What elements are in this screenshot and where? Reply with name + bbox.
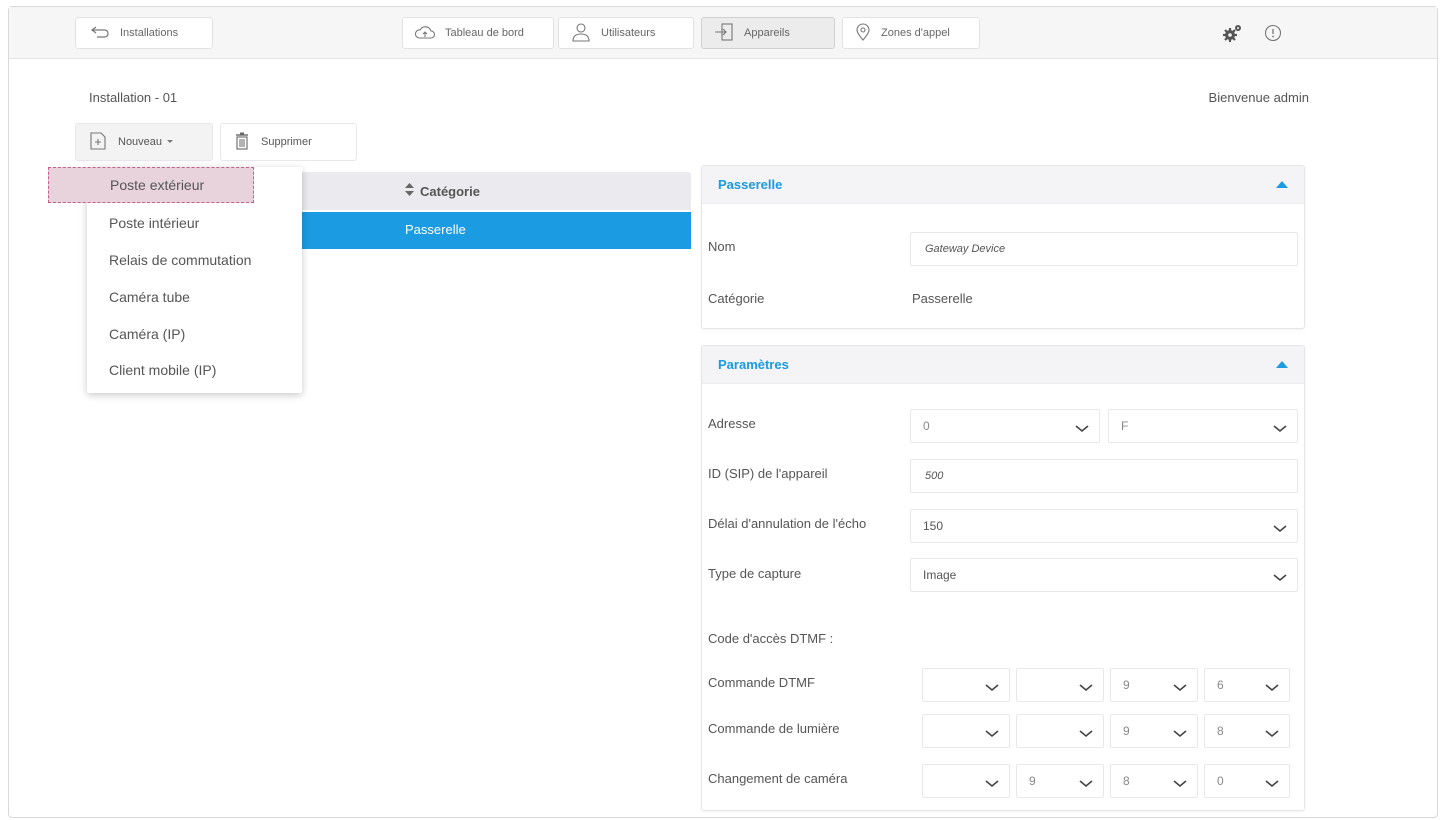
chevron-down-icon (985, 727, 999, 741)
info-icon[interactable] (1261, 21, 1285, 45)
tab-call-zones[interactable]: Zones d'appel (842, 17, 980, 49)
back-arrow-icon (90, 26, 110, 41)
chevron-down-icon (1079, 727, 1093, 741)
chevron-down-icon (1273, 422, 1287, 436)
camera-change-select-3[interactable]: 8 (1110, 764, 1198, 798)
menu-item-outdoor-station[interactable]: Poste extérieur (48, 167, 254, 203)
address-select-2[interactable]: F (1108, 409, 1298, 443)
new-button-label: Nouveau (118, 136, 163, 148)
sip-id-input[interactable]: 500 (910, 459, 1298, 493)
cloud-icon (414, 24, 436, 43)
chevron-down-icon (1173, 727, 1187, 741)
menu-item-tube-camera[interactable]: Caméra tube (87, 279, 302, 315)
sort-icon (405, 183, 414, 199)
category-value: Passerelle (912, 291, 973, 306)
tab-devices-label: Appareils (744, 27, 790, 39)
back-to-installations-button[interactable]: Installations (75, 17, 213, 49)
chevron-down-icon (1173, 681, 1187, 695)
caret-down-icon (166, 136, 174, 148)
dtmf-command-select-1[interactable] (922, 668, 1010, 702)
delete-button-label: Supprimer (261, 136, 312, 148)
location-pin-icon (855, 22, 871, 44)
device-login-icon (714, 22, 734, 44)
chevron-down-icon (1265, 777, 1279, 791)
category-label: Catégorie (708, 291, 765, 306)
tab-devices[interactable]: Appareils (701, 17, 835, 49)
address-select-1[interactable]: 0 (910, 409, 1100, 443)
collapse-caret-icon[interactable] (1276, 181, 1288, 188)
chevron-down-icon (985, 681, 999, 695)
chevron-down-icon (1079, 681, 1093, 695)
chevron-down-icon (1265, 727, 1279, 741)
gears-icon[interactable] (1221, 21, 1245, 45)
address-label: Adresse (708, 416, 756, 431)
menu-item-ip-camera[interactable]: Caméra (IP) (87, 316, 302, 352)
chevron-down-icon (1273, 571, 1287, 585)
dtmf-command-select-4[interactable]: 6 (1204, 668, 1290, 702)
top-navigation-bar: Installations Tableau de bord Utilisateu… (9, 7, 1437, 59)
chevron-down-icon (985, 777, 999, 791)
dtmf-command-select-2[interactable] (1016, 668, 1104, 702)
collapse-caret-icon[interactable] (1276, 361, 1288, 368)
parameters-panel: Paramètres Adresse 0 F ID (SIP) de l'app… (701, 345, 1305, 811)
new-file-icon (90, 131, 106, 153)
new-dropdown-button[interactable]: Nouveau (75, 123, 213, 161)
light-command-select-2[interactable] (1016, 714, 1104, 748)
name-input[interactable]: Gateway Device (910, 232, 1298, 266)
echo-delay-label: Délai d'annulation de l'écho (708, 516, 867, 531)
camera-change-label: Changement de caméra (708, 771, 848, 786)
parameters-panel-title: Paramètres (718, 357, 789, 372)
sip-id-label: ID (SIP) de l'appareil (708, 466, 828, 481)
menu-item-mobile-client[interactable]: Client mobile (IP) (87, 352, 302, 388)
tab-dashboard[interactable]: Tableau de bord (402, 17, 554, 49)
camera-change-select-1[interactable] (922, 764, 1010, 798)
new-device-menu: Poste extérieur Poste intérieur Relais d… (48, 167, 302, 393)
dtmf-command-select-3[interactable]: 9 (1110, 668, 1198, 702)
welcome-message: Bienvenue admin (1208, 90, 1309, 105)
light-command-label: Commande de lumière (708, 721, 840, 736)
user-icon (571, 22, 591, 45)
column-category[interactable]: Catégorie (405, 183, 480, 199)
chevron-down-icon (1173, 777, 1187, 791)
chevron-down-icon (1273, 522, 1287, 536)
chevron-down-icon (1075, 422, 1089, 436)
echo-delay-select[interactable]: 150 (910, 509, 1298, 543)
dtmf-command-label: Commande DTMF (708, 675, 815, 690)
dtmf-section-label: Code d'accès DTMF : (708, 631, 834, 646)
tab-users[interactable]: Utilisateurs (558, 17, 694, 49)
row-category-cell: Passerelle (405, 222, 466, 237)
capture-type-select[interactable]: Image (910, 558, 1298, 592)
device-info-panel-header[interactable]: Passerelle (702, 166, 1304, 204)
light-command-select-4[interactable]: 8 (1204, 714, 1290, 748)
installation-title: Installation - 01 (89, 90, 178, 105)
menu-item-switching-relay[interactable]: Relais de commutation (87, 242, 302, 278)
tab-dashboard-label: Tableau de bord (445, 27, 524, 39)
light-command-select-3[interactable]: 9 (1110, 714, 1198, 748)
device-info-panel: Passerelle Nom Gateway Device Catégorie … (701, 165, 1305, 329)
menu-item-indoor-station[interactable]: Poste intérieur (87, 205, 302, 241)
device-info-panel-title: Passerelle (718, 177, 783, 192)
chevron-down-icon (1079, 777, 1093, 791)
camera-change-select-2[interactable]: 9 (1016, 764, 1104, 798)
capture-type-label: Type de capture (708, 566, 802, 581)
delete-button[interactable]: Supprimer (220, 123, 357, 161)
light-command-select-1[interactable] (922, 714, 1010, 748)
parameters-panel-header[interactable]: Paramètres (702, 346, 1304, 384)
app-window: Installations Tableau de bord Utilisateu… (8, 6, 1438, 818)
name-label: Nom (708, 239, 736, 254)
tab-users-label: Utilisateurs (601, 27, 656, 39)
chevron-down-icon (1265, 681, 1279, 695)
back-label: Installations (120, 27, 179, 39)
tab-call-zones-label: Zones d'appel (881, 27, 950, 39)
trash-icon (235, 132, 249, 153)
camera-change-select-4[interactable]: 0 (1204, 764, 1290, 798)
